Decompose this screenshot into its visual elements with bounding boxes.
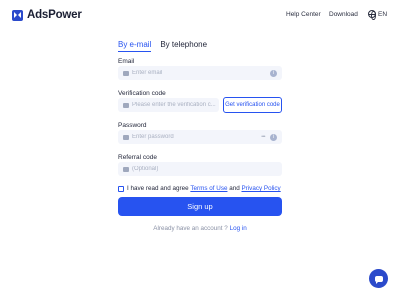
password-label: Password (118, 122, 147, 129)
code-icon (123, 102, 129, 108)
language-label: EN (378, 10, 388, 18)
help-center-link[interactable]: Help Center (286, 11, 321, 18)
sign-up-button[interactable]: Sign up (118, 197, 282, 216)
password-field-wrapper: ••• i (118, 130, 282, 144)
login-link[interactable]: Log in (230, 225, 247, 232)
privacy-policy-link[interactable]: Privacy Policy (241, 185, 280, 192)
tab-email[interactable]: By e-mail (118, 40, 152, 52)
verification-code-label: Verification code (118, 90, 166, 97)
brand-logo[interactable]: AdsPower (12, 9, 82, 21)
info-icon[interactable]: i (270, 133, 277, 141)
eye-icon[interactable]: ••• (261, 134, 265, 140)
login-prompt: Already have an account ? Log in (0, 225, 400, 232)
email-field-wrapper: i (118, 66, 282, 80)
chat-icon (374, 275, 383, 284)
download-link[interactable]: Download (329, 11, 358, 18)
logo-icon (12, 9, 23, 21)
signup-method-tabs: By e-mail By telephone (118, 40, 216, 52)
verification-field-wrapper (118, 98, 219, 112)
login-prompt-text: Already have an account ? (153, 225, 228, 232)
agreement-and: and (229, 185, 240, 192)
password-input[interactable] (132, 134, 262, 140)
brand-name: AdsPower (27, 9, 82, 21)
email-label: Email (118, 58, 135, 65)
referral-icon (123, 166, 129, 172)
agreement-row: I have read and agree Terms of Use and P… (118, 185, 281, 192)
agree-checkbox[interactable] (118, 185, 124, 192)
lock-icon (123, 134, 129, 140)
globe-icon (368, 10, 376, 20)
verification-code-input[interactable] (132, 102, 219, 108)
agreement-text: I have read and agree (127, 185, 189, 192)
language-selector[interactable]: EN (368, 10, 388, 20)
chat-support-button[interactable] (369, 269, 388, 288)
email-icon (123, 70, 129, 76)
referral-code-label: Referral code (118, 154, 158, 161)
referral-field-wrapper (118, 162, 282, 176)
info-icon[interactable]: i (270, 69, 277, 77)
terms-of-use-link[interactable]: Terms of Use (190, 185, 227, 192)
email-input[interactable] (132, 70, 270, 76)
tab-telephone[interactable]: By telephone (160, 40, 207, 52)
get-verification-code-button[interactable]: Get verification code (223, 97, 282, 113)
referral-code-input[interactable] (132, 166, 282, 172)
